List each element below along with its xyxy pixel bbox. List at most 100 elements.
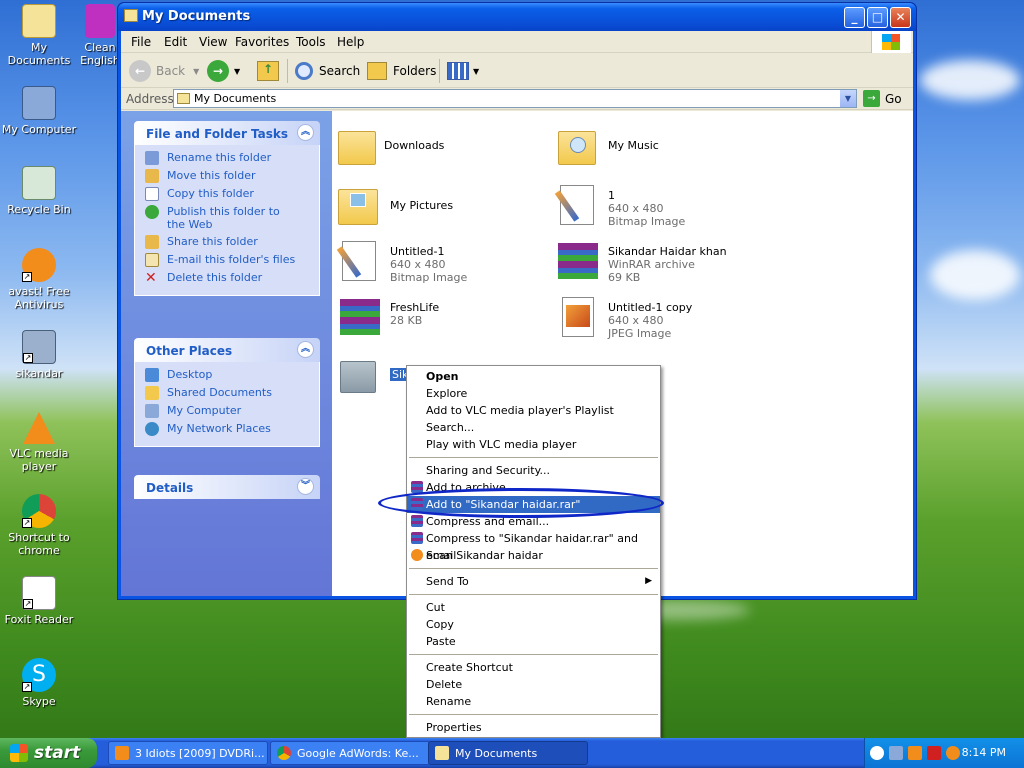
menu-item-scan[interactable]: Scan Sikandar haidar: [407, 547, 660, 564]
desktop-icon-my-documents[interactable]: My Documents: [0, 4, 78, 67]
task-rename-folder[interactable]: Rename this folder: [145, 151, 319, 165]
menu-item-properties[interactable]: Properties: [407, 719, 660, 736]
globe-icon: [145, 205, 159, 219]
menu-item-send-to[interactable]: Send To ▶: [407, 573, 660, 590]
menu-item-paste[interactable]: Paste: [407, 633, 660, 650]
folder-icon: [145, 386, 159, 400]
taskbar-button-vlc[interactable]: 3 Idiots [2009] DVDRi...: [108, 741, 268, 765]
window-title: My Documents: [142, 9, 251, 24]
taskbar-button-chrome[interactable]: Google AdWords: Ke...: [270, 741, 430, 765]
menu-help[interactable]: Help: [337, 35, 364, 49]
menu-file[interactable]: File: [131, 35, 151, 49]
file-item[interactable]: Sikandar Haidar khan WinRAR archive 69 KB: [556, 239, 766, 284]
menu-edit[interactable]: Edit: [164, 35, 187, 49]
file-item[interactable]: My Music: [556, 123, 766, 167]
tray-expand-icon[interactable]: [870, 746, 884, 760]
collapse-icon[interactable]: ︽: [297, 341, 314, 358]
file-item[interactable]: 1 640 x 480 Bitmap Image: [554, 183, 766, 228]
task-move-folder[interactable]: Move this folder: [145, 169, 319, 183]
menu-item-cut[interactable]: Cut: [407, 599, 660, 616]
chevron-down-icon: ▼: [473, 66, 480, 76]
taskbar-button-my-documents[interactable]: My Documents: [428, 741, 588, 765]
menu-item-compress-to-rar-email[interactable]: Compress to "Sikandar haidar.rar" and em…: [407, 530, 660, 562]
menu-tools[interactable]: Tools: [296, 35, 326, 49]
desktop-icon-clean-english[interactable]: Clean English: [78, 4, 122, 67]
file-item[interactable]: FreshLife 28 KB: [338, 295, 548, 339]
vlc-icon: [23, 412, 55, 444]
menu-item-search[interactable]: Search...: [407, 419, 660, 436]
address-input[interactable]: My Documents ▼: [173, 89, 857, 108]
menu-item-add-vlc-playlist[interactable]: Add to VLC media player's Playlist: [407, 402, 660, 419]
forward-arrow-icon: →: [207, 60, 229, 82]
desktop-icon-label: VLC media player: [9, 447, 69, 473]
avast-tray-icon[interactable]: [946, 746, 960, 760]
network-tray-icon[interactable]: [889, 746, 903, 760]
menu-item-open[interactable]: Open: [407, 368, 660, 385]
expand-icon[interactable]: ︾: [297, 478, 314, 495]
menu-item-play-vlc[interactable]: Play with VLC media player: [407, 436, 660, 453]
up-folder-button[interactable]: ↑: [257, 59, 279, 83]
winrar-icon: [411, 532, 423, 544]
place-my-computer[interactable]: My Computer: [145, 404, 319, 418]
folders-label: Folders: [393, 64, 437, 78]
folders-button[interactable]: Folders: [367, 59, 436, 83]
file-item[interactable]: My Pictures: [338, 183, 548, 227]
title-bar[interactable]: My Documents _ □ ✕: [118, 3, 916, 31]
menu-item-copy[interactable]: Copy: [407, 616, 660, 633]
place-desktop[interactable]: Desktop: [145, 368, 319, 382]
desktop-icon-skype[interactable]: S ↗ Skype: [0, 658, 78, 708]
desktop-icon-sikandar[interactable]: ↗ sikandar: [0, 330, 78, 380]
desktop-icon-recycle-bin[interactable]: Recycle Bin: [0, 166, 78, 216]
close-button[interactable]: ✕: [890, 7, 911, 28]
recycle-bin-icon: [22, 166, 56, 200]
address-dropdown-button[interactable]: ▼: [840, 90, 856, 107]
vlc-tray-icon[interactable]: [908, 746, 922, 760]
shortcut-arrow-icon: ↗: [23, 599, 33, 609]
clean-english-icon: [85, 4, 115, 38]
views-button[interactable]: ▼: [447, 59, 479, 83]
minimize-button[interactable]: _: [844, 7, 865, 28]
forward-button[interactable]: → ▼: [207, 59, 240, 83]
email-icon: [145, 253, 159, 267]
menu-favorites[interactable]: Favorites: [235, 35, 289, 49]
security-tray-icon[interactable]: [927, 746, 941, 760]
search-icon: [295, 62, 313, 80]
maximize-button[interactable]: □: [867, 7, 888, 28]
menu-item-rename[interactable]: Rename: [407, 693, 660, 710]
file-item[interactable]: Downloads: [338, 127, 548, 165]
go-button[interactable]: → Go: [863, 90, 902, 107]
foxit-icon: ↗: [22, 576, 56, 610]
panel-header[interactable]: Details ︾: [134, 475, 320, 499]
desktop-icon-chrome[interactable]: ↗ Shortcut to chrome: [0, 494, 78, 557]
menu-item-create-shortcut[interactable]: Create Shortcut: [407, 659, 660, 676]
task-copy-folder[interactable]: Copy this folder: [145, 187, 319, 201]
menu-view[interactable]: View: [199, 35, 227, 49]
task-delete-folder[interactable]: ✕ Delete this folder: [145, 271, 319, 285]
start-button[interactable]: start: [0, 738, 97, 768]
menu-item-delete[interactable]: Delete: [407, 676, 660, 693]
place-shared-documents[interactable]: Shared Documents: [145, 386, 319, 400]
desktop-icon-vlc[interactable]: VLC media player: [0, 412, 78, 473]
annotation-ellipse: [378, 488, 664, 518]
place-my-network-places[interactable]: My Network Places: [145, 422, 319, 436]
back-button[interactable]: ← Back ▼: [129, 59, 199, 83]
panel-header[interactable]: Other Places ︽: [134, 338, 320, 362]
collapse-icon[interactable]: ︽: [297, 124, 314, 141]
menu-separator: [409, 457, 658, 458]
sikandar-icon: ↗: [22, 330, 56, 364]
task-share-folder[interactable]: Share this folder: [145, 235, 319, 249]
task-email-folder[interactable]: E-mail this folder's files: [145, 253, 319, 267]
desktop-icon-avast[interactable]: ↗ avast! Free Antivirus: [0, 248, 78, 311]
folder-icon: [124, 9, 138, 22]
menu-item-explore[interactable]: Explore: [407, 385, 660, 402]
desktop-icon-my-computer[interactable]: My Computer: [0, 86, 78, 136]
panel-header[interactable]: File and Folder Tasks ︽: [134, 121, 320, 145]
desktop-icon-label: My Documents: [7, 41, 71, 67]
pictures-folder-icon: [338, 183, 382, 227]
file-item[interactable]: Untitled-1 640 x 480 Bitmap Image: [336, 239, 548, 284]
search-button[interactable]: Search: [295, 59, 360, 83]
menu-item-sharing-security[interactable]: Sharing and Security...: [407, 462, 660, 479]
file-item[interactable]: Untitled-1 copy 640 x 480 JPEG Image: [556, 295, 766, 340]
task-publish-folder[interactable]: Publish this folder to the Web: [145, 205, 319, 231]
desktop-icon-foxit[interactable]: ↗ Foxit Reader: [0, 576, 78, 626]
